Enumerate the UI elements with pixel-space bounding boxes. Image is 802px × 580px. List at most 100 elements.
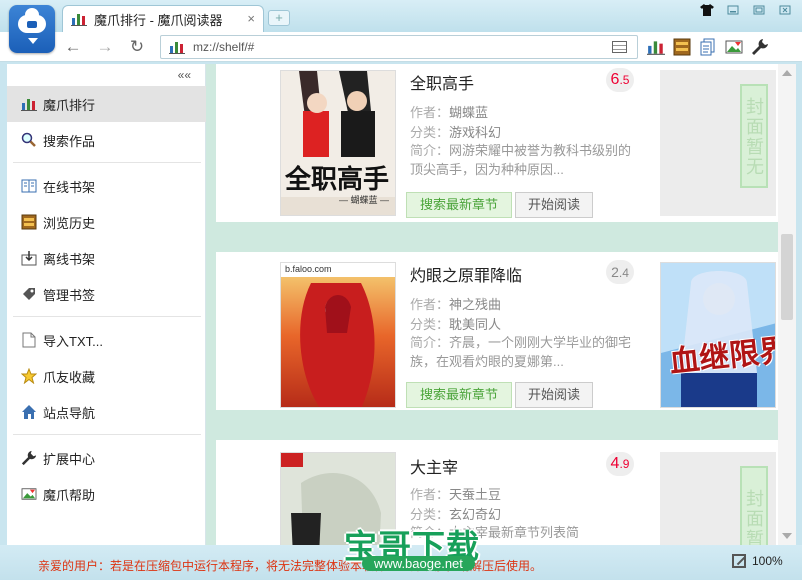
- cover-site: b.faloo.com: [285, 264, 332, 274]
- window-controls: [698, 4, 794, 18]
- sidebar-item-label: 魔爪排行: [43, 97, 96, 113]
- wrench-icon: [21, 450, 37, 466]
- cover-title: 全职高手: [285, 165, 390, 195]
- search-icon: [21, 132, 37, 148]
- scroll-down-icon[interactable]: [782, 533, 792, 539]
- address-bar[interactable]: mz://shelf/#: [160, 35, 638, 59]
- new-tab-button[interactable]: +: [268, 10, 290, 26]
- vertical-scrollbar[interactable]: [778, 64, 796, 545]
- book-cover[interactable]: 全职高手 — 蝴蝶蓝 —: [280, 70, 396, 216]
- navigation-toolbar: ← → ↻ mz://shelf/#: [0, 32, 802, 62]
- image-icon: [725, 40, 743, 54]
- book-description: 简介：齐晨，一个刚刚大学毕业的御宅族，在观看灼眼的夏娜第...: [410, 335, 632, 369]
- cover-author: — 蝴蝶蓝 —: [339, 195, 390, 205]
- maximize-button[interactable]: [750, 4, 768, 18]
- sidebar-item-search[interactable]: 搜索作品: [7, 122, 206, 158]
- minimize-icon: [727, 5, 739, 15]
- book-title[interactable]: 全职高手: [410, 70, 474, 94]
- help-icon: [21, 486, 37, 502]
- book-cover[interactable]: b.faloo.com: [280, 262, 396, 408]
- app-menu-button[interactable]: [9, 5, 55, 53]
- ranking-button[interactable]: [646, 37, 666, 57]
- book-category: 分类：游戏科幻: [410, 125, 502, 140]
- close-button[interactable]: [776, 4, 794, 18]
- sidebar-item-extensions[interactable]: 扩展中心: [7, 440, 206, 476]
- search-latest-chapter-button[interactable]: 搜索最新章节: [406, 192, 512, 218]
- file-icon: [21, 332, 37, 348]
- sidebar-item-label: 搜索作品: [43, 133, 96, 149]
- divider: [13, 162, 201, 163]
- ranking-icon: [647, 41, 665, 55]
- ranking-icon: [21, 96, 37, 112]
- chevron-down-icon: [28, 38, 38, 44]
- sidebar-item-label: 浏览历史: [43, 215, 96, 231]
- book-author: 作者：神之残曲: [410, 297, 502, 312]
- sidebar-item-ranking[interactable]: 魔爪排行: [7, 86, 206, 122]
- bookmark-icon: [21, 286, 37, 302]
- sidebar-item-bookmarks[interactable]: 管理书签: [7, 276, 206, 312]
- sidebar-item-label: 在线书架: [43, 179, 96, 195]
- no-cover-label: 封面暂: [740, 466, 768, 545]
- book-score: 6.5: [606, 68, 634, 92]
- address-text: mz://shelf/#: [193, 40, 255, 54]
- shirt-icon: [700, 4, 714, 16]
- sidebar-item-help[interactable]: 魔爪帮助: [7, 476, 206, 512]
- book-title[interactable]: 灼眼之原罪降临: [410, 262, 522, 286]
- no-cover-label: 封面暂无: [740, 84, 768, 188]
- tab-title: 魔爪排行 - 魔爪阅读器: [94, 12, 223, 28]
- home-icon: [21, 404, 37, 420]
- sidebar: «« 魔爪排行 搜索作品 在线书架 浏览历史 离线书架 管理书签 导入TXT..…: [7, 64, 206, 545]
- book-title[interactable]: 大主宰: [410, 454, 458, 478]
- sidebar-item-online-shelf[interactable]: 在线书架: [7, 168, 206, 204]
- maximize-icon: [753, 5, 765, 15]
- book-score: 2.4: [606, 260, 634, 284]
- side-cover[interactable]: 血继限界: [660, 262, 776, 408]
- sidebar-item-label: 导入TXT...: [43, 333, 103, 349]
- wrench-button[interactable]: [750, 37, 770, 57]
- cloud-icon: [18, 8, 46, 33]
- sidebar-item-label: 魔爪帮助: [43, 487, 96, 503]
- forward-button[interactable]: →: [94, 36, 116, 58]
- zoom-control[interactable]: 100%: [732, 554, 783, 568]
- score-decimal: .5: [619, 73, 630, 87]
- sidebar-item-label: 站点导航: [43, 405, 96, 421]
- sidebar-item-history[interactable]: 浏览历史: [7, 204, 206, 240]
- sidebar-item-label: 离线书架: [43, 251, 96, 267]
- reload-button[interactable]: ↻: [126, 36, 148, 58]
- side-cover-placeholder[interactable]: 封面暂无: [660, 70, 776, 216]
- close-icon: [779, 5, 791, 15]
- sidebar-item-label: 管理书签: [43, 287, 96, 303]
- skin-button[interactable]: [698, 4, 716, 18]
- bookshelf-button[interactable]: [672, 37, 692, 57]
- start-reading-button[interactable]: 开始阅读: [515, 192, 593, 218]
- search-latest-chapter-button[interactable]: 搜索最新章节: [406, 382, 512, 408]
- sidebar-item-import-txt[interactable]: 导入TXT...: [7, 322, 206, 358]
- sidebar-item-favorites[interactable]: 爪友收藏: [7, 358, 206, 394]
- watermark: 宝哥下载 www.baoge.net: [344, 518, 504, 580]
- image-button[interactable]: [724, 37, 744, 57]
- reader-mode-icon[interactable]: [612, 41, 627, 53]
- zoom-icon: [732, 554, 746, 568]
- sidebar-item-site-nav[interactable]: 站点导航: [7, 394, 206, 430]
- scroll-up-icon[interactable]: [782, 70, 792, 76]
- document-button[interactable]: [698, 37, 718, 57]
- book-icon: [21, 178, 37, 194]
- tab-close-button[interactable]: ×: [247, 12, 255, 25]
- minimize-button[interactable]: [724, 4, 742, 18]
- collapse-sidebar-button[interactable]: ««: [178, 68, 191, 82]
- tab-active[interactable]: 魔爪排行 - 魔爪阅读器 ×: [62, 5, 264, 32]
- score-decimal: .4: [618, 266, 629, 280]
- star-icon: [21, 368, 37, 384]
- side-cover-placeholder[interactable]: 封面暂: [660, 452, 776, 545]
- back-button[interactable]: ←: [62, 36, 84, 58]
- history-icon: [21, 214, 37, 230]
- ranking-icon: [169, 42, 185, 54]
- download-icon: [21, 250, 37, 266]
- book-description: 简介：网游荣耀中被誉为教科书级别的顶尖高手，因为种种原因...: [410, 143, 632, 177]
- sidebar-item-label: 扩展中心: [43, 451, 96, 467]
- start-reading-button[interactable]: 开始阅读: [515, 382, 593, 408]
- sidebar-item-offline-shelf[interactable]: 离线书架: [7, 240, 206, 276]
- score-decimal: .9: [619, 457, 630, 471]
- scroll-thumb[interactable]: [781, 234, 793, 320]
- watermark-url: www.baoge.net: [362, 556, 475, 571]
